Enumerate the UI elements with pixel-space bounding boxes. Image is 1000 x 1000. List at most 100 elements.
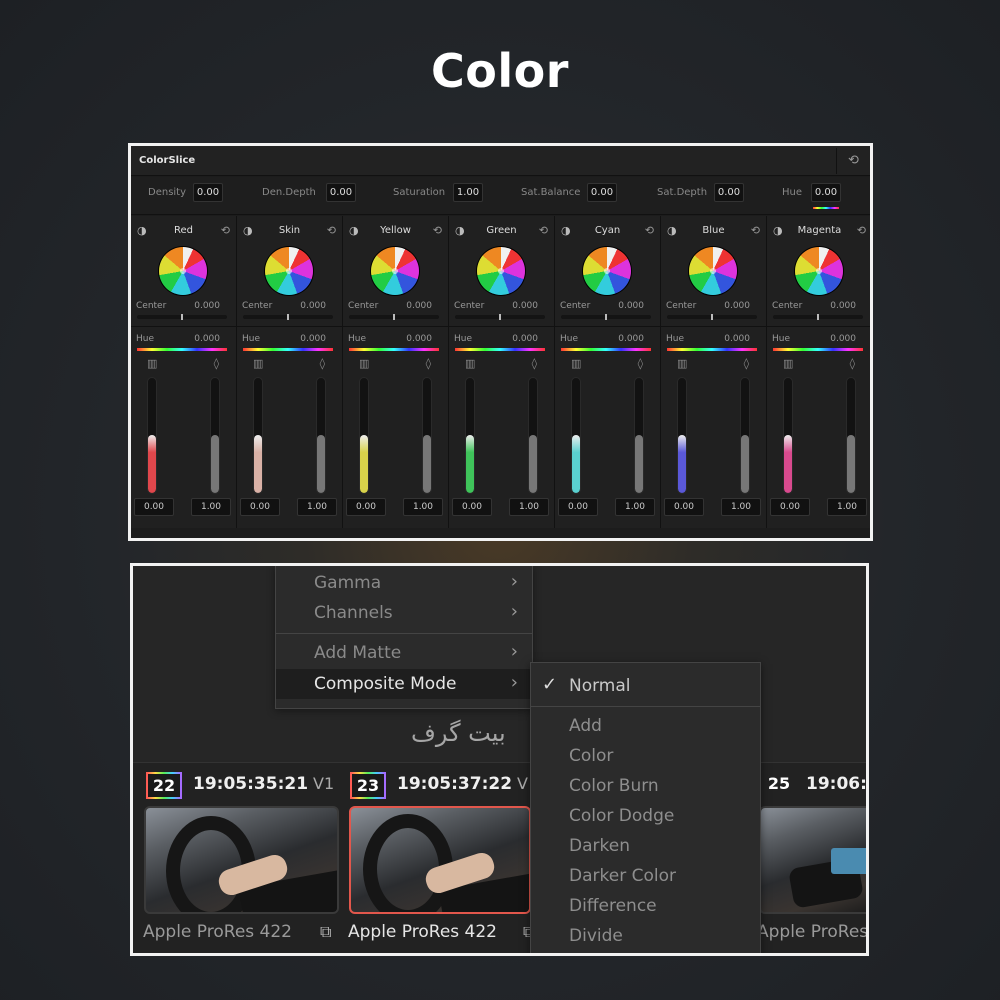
- color-wheel[interactable]: [477, 247, 525, 295]
- left-value-field[interactable]: 0.00: [240, 498, 280, 516]
- hue-slider[interactable]: [561, 348, 651, 351]
- hue-value[interactable]: 0.000: [724, 334, 750, 344]
- slider-knob[interactable]: [181, 314, 183, 320]
- center-slider[interactable]: [455, 314, 545, 320]
- sat-balance-field[interactable]: 0.00: [587, 183, 617, 202]
- clip-thumbnail[interactable]: [144, 806, 339, 914]
- timeline-clip-25[interactable]: 25 19:06:4 Apple ProRes: [757, 763, 866, 953]
- submenu-item-add[interactable]: Add: [531, 711, 760, 741]
- saturation-vslider[interactable]: [846, 377, 856, 494]
- density-vslider[interactable]: [147, 377, 157, 494]
- reset-icon[interactable]: ⟲: [751, 224, 760, 237]
- right-value-field[interactable]: 1.00: [509, 498, 549, 516]
- left-value-field[interactable]: 0.00: [346, 498, 386, 516]
- submenu-item-divide[interactable]: Divide: [531, 921, 760, 951]
- den-depth-field[interactable]: 0.00: [326, 183, 356, 202]
- density-field[interactable]: 0.00: [193, 183, 223, 202]
- menu-item-gamma[interactable]: Gamma ›: [276, 568, 532, 598]
- timeline-clip-22[interactable]: 22 19:05:35:21 V1 Apple ProRes 422 ⧉: [133, 763, 343, 953]
- density-vslider[interactable]: [783, 377, 793, 494]
- left-value-field[interactable]: 0.00: [452, 498, 492, 516]
- left-value-field[interactable]: 0.00: [134, 498, 174, 516]
- saturation-vslider[interactable]: [634, 377, 644, 494]
- slider-knob[interactable]: [711, 314, 713, 320]
- saturation-vslider[interactable]: [528, 377, 538, 494]
- right-value-field[interactable]: 1.00: [297, 498, 337, 516]
- hue-slider[interactable]: [349, 348, 439, 351]
- slider-knob[interactable]: [817, 314, 819, 320]
- submenu-item-normal[interactable]: ✓ Normal: [531, 671, 760, 701]
- hue-slider[interactable]: [667, 348, 757, 351]
- color-wheel[interactable]: [583, 247, 631, 295]
- slider-knob[interactable]: [287, 314, 289, 320]
- reset-icon[interactable]: ⟲: [433, 224, 442, 237]
- center-slider[interactable]: [137, 314, 227, 320]
- center-value[interactable]: 0.000: [830, 301, 856, 311]
- right-value-field[interactable]: 1.00: [403, 498, 443, 516]
- right-value-field[interactable]: 1.00: [191, 498, 231, 516]
- hue-field[interactable]: 0.00: [811, 183, 841, 202]
- density-vslider[interactable]: [359, 377, 369, 494]
- center-value[interactable]: 0.000: [406, 301, 432, 311]
- clip-thumbnail-selected[interactable]: [349, 806, 531, 914]
- color-wheel[interactable]: [689, 247, 737, 295]
- density-vslider[interactable]: [571, 377, 581, 494]
- submenu-item-darken[interactable]: Darken: [531, 831, 760, 861]
- center-value[interactable]: 0.000: [300, 301, 326, 311]
- left-value-field[interactable]: 0.00: [558, 498, 598, 516]
- saturation-vslider[interactable]: [210, 377, 220, 494]
- slider-knob[interactable]: [393, 314, 395, 320]
- hue-slider[interactable]: [243, 348, 333, 351]
- center-slider[interactable]: [773, 314, 863, 320]
- density-vslider[interactable]: [253, 377, 263, 494]
- hue-slider[interactable]: [773, 348, 863, 351]
- center-slider[interactable]: [561, 314, 651, 320]
- hue-value[interactable]: 0.000: [300, 334, 326, 344]
- hue-slider[interactable]: [137, 348, 227, 351]
- center-value[interactable]: 0.000: [724, 301, 750, 311]
- right-value-field[interactable]: 1.00: [615, 498, 655, 516]
- slider-knob[interactable]: [605, 314, 607, 320]
- saturation-field[interactable]: 1.00: [453, 183, 483, 202]
- reset-icon[interactable]: ⟲: [327, 224, 336, 237]
- saturation-vslider[interactable]: [316, 377, 326, 494]
- reset-icon[interactable]: ⟲: [645, 224, 654, 237]
- submenu-item-color-dodge[interactable]: Color Dodge: [531, 801, 760, 831]
- left-value-field[interactable]: 0.00: [770, 498, 810, 516]
- center-value[interactable]: 0.000: [618, 301, 644, 311]
- density-vslider[interactable]: [677, 377, 687, 494]
- menu-item-composite-mode[interactable]: Composite Mode ›: [276, 669, 532, 699]
- density-vslider[interactable]: [465, 377, 475, 494]
- submenu-item-darker-color[interactable]: Darker Color: [531, 861, 760, 891]
- right-value-field[interactable]: 1.00: [721, 498, 761, 516]
- center-value[interactable]: 0.000: [194, 301, 220, 311]
- center-slider[interactable]: [349, 314, 439, 320]
- reset-icon[interactable]: ⟲: [221, 224, 230, 237]
- color-wheel[interactable]: [371, 247, 419, 295]
- clip-thumbnail[interactable]: [759, 806, 866, 914]
- color-wheel[interactable]: [265, 247, 313, 295]
- reset-icon[interactable]: ⟲: [539, 224, 548, 237]
- sat-depth-field[interactable]: 0.00: [714, 183, 744, 202]
- hue-slider[interactable]: [455, 348, 545, 351]
- submenu-item-difference[interactable]: Difference: [531, 891, 760, 921]
- left-value-field[interactable]: 0.00: [664, 498, 704, 516]
- hue-value[interactable]: 0.000: [512, 334, 538, 344]
- color-wheel[interactable]: [795, 247, 843, 295]
- center-value[interactable]: 0.000: [512, 301, 538, 311]
- submenu-item-color[interactable]: Color: [531, 741, 760, 771]
- submenu-item-color-burn[interactable]: Color Burn: [531, 771, 760, 801]
- saturation-vslider[interactable]: [422, 377, 432, 494]
- saturation-vslider[interactable]: [740, 377, 750, 494]
- timeline-clip-23[interactable]: 23 19:05:37:22 V Apple ProRes 422 ⧉: [345, 763, 535, 953]
- color-wheel[interactable]: [159, 247, 207, 295]
- reset-icon[interactable]: ⟲: [857, 224, 866, 237]
- center-slider[interactable]: [243, 314, 333, 320]
- menu-item-channels[interactable]: Channels ›: [276, 598, 532, 628]
- menu-item-add-matte[interactable]: Add Matte ›: [276, 638, 532, 668]
- slider-knob[interactable]: [499, 314, 501, 320]
- center-slider[interactable]: [667, 314, 757, 320]
- hue-value[interactable]: 0.000: [194, 334, 220, 344]
- hue-value[interactable]: 0.000: [830, 334, 856, 344]
- reset-icon[interactable]: ⟲: [836, 148, 870, 174]
